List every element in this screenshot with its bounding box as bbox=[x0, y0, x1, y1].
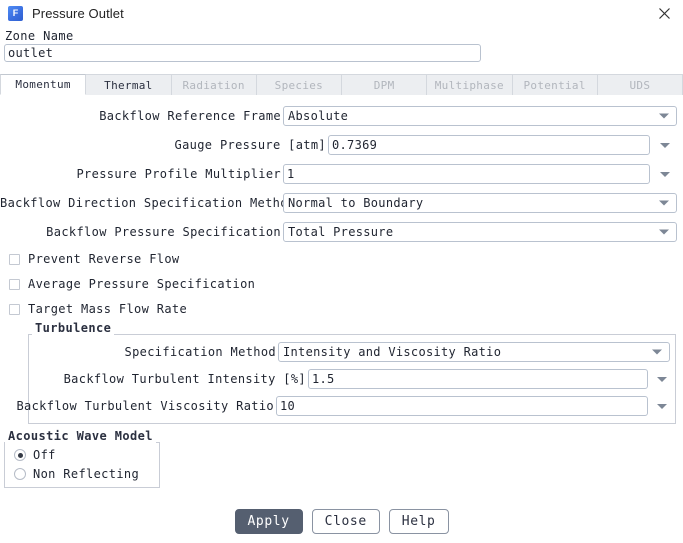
backflow-reference-frame-value: Absolute bbox=[284, 109, 348, 123]
radio-label: Off bbox=[33, 448, 56, 462]
turbulence-specification-method-label: Specification Method bbox=[0, 345, 278, 359]
backflow-turbulent-viscosity-ratio-expand-icon[interactable] bbox=[654, 396, 670, 416]
pressure-profile-multiplier-expand-icon[interactable] bbox=[657, 164, 673, 184]
checkbox-label: Prevent Reverse Flow bbox=[28, 252, 180, 266]
radio-label: Non Reflecting bbox=[33, 467, 139, 481]
backflow-direction-spec-label: Backflow Direction Specification Method bbox=[0, 196, 283, 210]
backflow-turbulent-intensity-expand-icon[interactable] bbox=[654, 369, 670, 389]
backflow-reference-frame-dropdown[interactable]: Absolute bbox=[283, 106, 677, 126]
pressure-profile-multiplier-label: Pressure Profile Multiplier bbox=[0, 167, 283, 181]
tab-species[interactable]: Species bbox=[257, 74, 342, 95]
backflow-direction-spec-dropdown[interactable]: Normal to Boundary bbox=[283, 193, 677, 213]
row-gauge-pressure: Gauge Pressure [atm] bbox=[0, 134, 683, 156]
row-pressure-profile-multiplier: Pressure Profile Multiplier bbox=[0, 163, 683, 185]
row-backflow-turbulent-viscosity-ratio: Backflow Turbulent Viscosity Ratio bbox=[0, 395, 683, 417]
checkbox-average-pressure-specification[interactable]: Average Pressure Specification bbox=[9, 275, 255, 293]
tab-radiation[interactable]: Radiation bbox=[172, 74, 257, 95]
pressure-profile-multiplier-input[interactable] bbox=[283, 164, 650, 184]
backflow-turbulent-intensity-input[interactable] bbox=[308, 369, 648, 389]
checkbox-label: Target Mass Flow Rate bbox=[28, 302, 187, 316]
row-backflow-turbulent-intensity: Backflow Turbulent Intensity [%] bbox=[0, 368, 683, 390]
checkbox-box bbox=[9, 254, 20, 265]
tab-uds[interactable]: UDS bbox=[598, 74, 683, 95]
chevron-down-icon bbox=[659, 114, 669, 119]
zone-name-label: Zone Name bbox=[5, 29, 74, 43]
fluent-f-icon: F bbox=[8, 6, 23, 21]
turbulence-group-title: Turbulence bbox=[32, 321, 114, 335]
backflow-turbulent-viscosity-ratio-label: Backflow Turbulent Viscosity Ratio bbox=[0, 399, 276, 413]
close-icon[interactable] bbox=[653, 3, 675, 23]
tab-thermal[interactable]: Thermal bbox=[86, 74, 171, 95]
chevron-down-icon bbox=[652, 350, 662, 355]
acoustic-wave-model-group-title: Acoustic Wave Model bbox=[5, 429, 156, 443]
backflow-direction-spec-value: Normal to Boundary bbox=[284, 196, 423, 210]
row-backflow-pressure-spec: Backflow Pressure Specification Total Pr… bbox=[0, 221, 683, 243]
radio-acoustic-off[interactable]: Off bbox=[14, 447, 56, 463]
chevron-down-icon bbox=[659, 201, 669, 206]
window-title: Pressure Outlet bbox=[32, 6, 124, 21]
turbulence-specification-method-dropdown[interactable]: Intensity and Viscosity Ratio bbox=[278, 342, 670, 362]
title-bar: F Pressure Outlet bbox=[0, 0, 683, 26]
momentum-panel: Backflow Reference Frame Absolute Gauge … bbox=[0, 95, 683, 500]
checkbox-box bbox=[9, 279, 20, 290]
tab-strip: Momentum Thermal Radiation Species DPM M… bbox=[0, 74, 683, 95]
checkbox-label: Average Pressure Specification bbox=[28, 277, 255, 291]
radio-acoustic-non-reflecting[interactable]: Non Reflecting bbox=[14, 466, 139, 482]
turbulence-specification-method-value: Intensity and Viscosity Ratio bbox=[279, 345, 501, 359]
chevron-down-icon bbox=[659, 230, 669, 235]
radio-indicator bbox=[14, 468, 26, 480]
zone-name-input[interactable] bbox=[4, 44, 481, 62]
gauge-pressure-input[interactable] bbox=[328, 135, 650, 155]
tab-multiphase[interactable]: Multiphase bbox=[427, 74, 512, 95]
tab-dpm[interactable]: DPM bbox=[342, 74, 427, 95]
backflow-reference-frame-label: Backflow Reference Frame bbox=[0, 109, 283, 123]
checkbox-prevent-reverse-flow[interactable]: Prevent Reverse Flow bbox=[9, 250, 180, 268]
gauge-pressure-label: Gauge Pressure [atm] bbox=[0, 138, 328, 152]
dialog-footer: Apply Close Help bbox=[0, 500, 683, 543]
help-button[interactable]: Help bbox=[389, 509, 449, 534]
app-icon-letter: F bbox=[13, 9, 19, 18]
backflow-pressure-spec-label: Backflow Pressure Specification bbox=[0, 225, 283, 239]
row-turbulence-specification-method: Specification Method Intensity and Visco… bbox=[0, 341, 683, 363]
backflow-pressure-spec-dropdown[interactable]: Total Pressure bbox=[283, 222, 677, 242]
checkbox-target-mass-flow-rate[interactable]: Target Mass Flow Rate bbox=[9, 300, 187, 318]
checkbox-box bbox=[9, 304, 20, 315]
apply-button[interactable]: Apply bbox=[235, 509, 303, 534]
radio-indicator bbox=[14, 449, 26, 461]
backflow-turbulent-viscosity-ratio-input[interactable] bbox=[276, 396, 648, 416]
backflow-pressure-spec-value: Total Pressure bbox=[284, 225, 393, 239]
close-button[interactable]: Close bbox=[312, 509, 380, 534]
row-backflow-reference-frame: Backflow Reference Frame Absolute bbox=[0, 105, 683, 127]
row-backflow-direction-spec: Backflow Direction Specification Method … bbox=[0, 192, 683, 214]
backflow-turbulent-intensity-label: Backflow Turbulent Intensity [%] bbox=[0, 372, 308, 386]
gauge-pressure-expand-icon[interactable] bbox=[657, 135, 673, 155]
tab-momentum[interactable]: Momentum bbox=[0, 74, 86, 95]
tab-potential[interactable]: Potential bbox=[513, 74, 598, 95]
